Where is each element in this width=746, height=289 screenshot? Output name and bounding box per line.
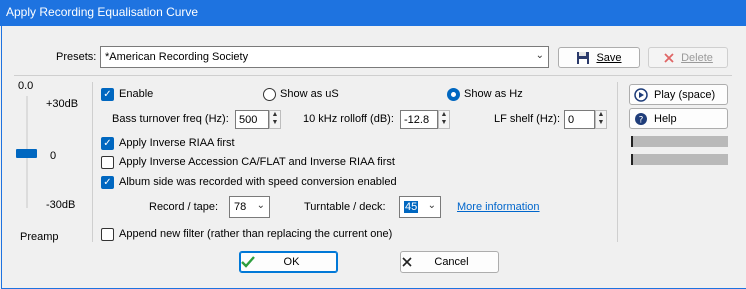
preamp-value: 0.0 [18, 80, 34, 92]
rolloff-value: -12.8 [404, 113, 430, 126]
save-label: Save [596, 51, 622, 64]
rolloff-label: 10 kHz rolloff (dB): [303, 113, 394, 125]
turntable-combo[interactable]: 45 ⌄ [399, 196, 441, 218]
bass-spinner[interactable]: ▲ ▼ [269, 110, 281, 129]
help-button[interactable]: ? Help [629, 108, 728, 129]
left-divider [92, 82, 93, 242]
show-hz-label: Show as Hz [464, 88, 523, 100]
append-checkbox[interactable] [101, 228, 114, 241]
close-icon [664, 52, 674, 63]
lfshelf-value: 0 [568, 113, 575, 126]
show-us-radio[interactable] [263, 88, 276, 101]
accession-label: Apply Inverse Accession CA/FLAT and Inve… [119, 156, 395, 168]
record-tape-label: Record / tape: [149, 201, 219, 213]
append-label: Append new filter (rather than replacing… [119, 228, 393, 240]
accession-checkbox[interactable] [101, 156, 114, 169]
cancel-label: Cancel [434, 256, 469, 268]
help-label: Help [654, 112, 677, 125]
preamp-max-label: +30dB [46, 98, 79, 110]
chevron-down-icon[interactable]: ⌄ [428, 200, 436, 211]
more-information-link[interactable]: More information [457, 201, 540, 213]
turntable-label: Turntable / deck: [304, 201, 386, 213]
riaa-checkbox[interactable]: ✓ [101, 137, 114, 150]
dialog-body: Presets: *American Recording Society ⌄ S… [1, 26, 746, 289]
bass-value: 500 [239, 113, 258, 126]
lfshelf-label: LF shelf (Hz): [494, 113, 561, 125]
save-button[interactable]: Save [558, 47, 640, 68]
ok-label: OK [283, 256, 300, 268]
cancel-button[interactable]: Cancel [400, 251, 499, 273]
presets-label: Presets: [56, 51, 97, 63]
delete-button[interactable]: Delete [648, 47, 728, 68]
window-title: Apply Recording Equalisation Curve [6, 5, 199, 19]
chevron-down-icon[interactable]: ⌄ [257, 200, 265, 211]
preamp-mid-label: 0 [50, 150, 57, 162]
presets-combo[interactable]: *American Recording Society ⌄ [100, 46, 549, 68]
speedconv-label: Album side was recorded with speed conve… [119, 176, 397, 188]
record-tape-value: 78 [234, 201, 247, 213]
record-tape-combo[interactable]: 78 ⌄ [229, 196, 270, 218]
save-icon [577, 51, 590, 64]
ok-button[interactable]: OK [239, 251, 338, 273]
close-icon [402, 257, 412, 267]
speedconv-checkbox[interactable]: ✓ [101, 176, 114, 189]
playback-meter-left [631, 136, 728, 147]
help-icon: ? [635, 112, 647, 125]
svg-text:?: ? [639, 115, 644, 125]
checkmark-icon [241, 256, 255, 268]
lfshelf-input[interactable]: 0 [564, 110, 595, 129]
preamp-slider-thumb[interactable] [16, 149, 37, 158]
bass-input[interactable]: 500 [235, 110, 269, 129]
rolloff-spinner[interactable]: ▲ ▼ [438, 110, 450, 129]
rolloff-input[interactable]: -12.8 [400, 110, 438, 129]
show-hz-radio[interactable] [447, 88, 460, 101]
top-divider [14, 75, 732, 76]
presets-value: *American Recording Society [105, 51, 249, 63]
play-label: Play (space) [654, 88, 716, 101]
lfshelf-spinner[interactable]: ▲ ▼ [595, 110, 607, 129]
title-bar[interactable]: Apply Recording Equalisation Curve [0, 0, 746, 26]
show-us-label: Show as uS [280, 88, 339, 100]
playback-meter-right [631, 154, 728, 165]
chevron-down-icon[interactable]: ⌄ [536, 50, 544, 61]
riaa-label: Apply Inverse RIAA first [119, 137, 235, 149]
enable-checkbox[interactable]: ✓ [101, 88, 114, 101]
play-button[interactable]: Play (space) [629, 84, 728, 105]
enable-label: Enable [119, 88, 154, 100]
play-icon [634, 87, 648, 102]
turntable-value: 45 [404, 201, 419, 213]
right-divider [617, 82, 618, 242]
delete-label: Delete [681, 51, 713, 64]
preamp-caption: Preamp [20, 231, 59, 243]
bass-label: Bass turnover freq (Hz): [112, 113, 229, 125]
preamp-min-label: -30dB [46, 199, 76, 211]
